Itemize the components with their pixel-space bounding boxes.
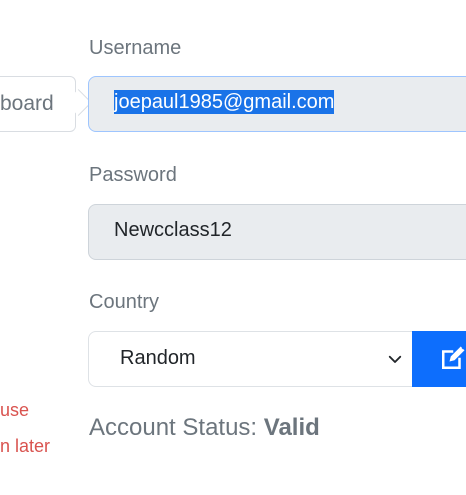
account-status-value: Valid	[263, 414, 320, 441]
country-select[interactable]: Random	[88, 331, 413, 387]
error-note-line-1: use	[0, 400, 30, 420]
country-label: Country	[89, 291, 160, 313]
dashboard-chip-label: board	[0, 92, 54, 115]
chevron-down-icon	[388, 355, 402, 363]
username-selected-text: joepaul1985@gmail.com	[114, 90, 335, 114]
account-status-label: Account Status:	[89, 414, 258, 441]
password-field[interactable]: Newcclass12	[88, 204, 466, 260]
country-selected-value: Random	[120, 347, 196, 369]
error-note-line-2: n later	[0, 436, 51, 456]
edit-pencil-icon	[442, 346, 465, 369]
edit-country-button[interactable]	[412, 331, 466, 387]
username-value: joepaul1985@gmail.com	[114, 90, 335, 114]
account-panel: board use n later Username joepaul1985@g…	[0, 0, 466, 495]
username-label: Username	[89, 37, 182, 59]
username-field[interactable]: joepaul1985@gmail.com	[88, 76, 466, 132]
password-label: Password	[89, 164, 177, 186]
account-status: Account Status: Valid	[89, 414, 320, 442]
password-value: Newcclass12	[114, 219, 232, 241]
